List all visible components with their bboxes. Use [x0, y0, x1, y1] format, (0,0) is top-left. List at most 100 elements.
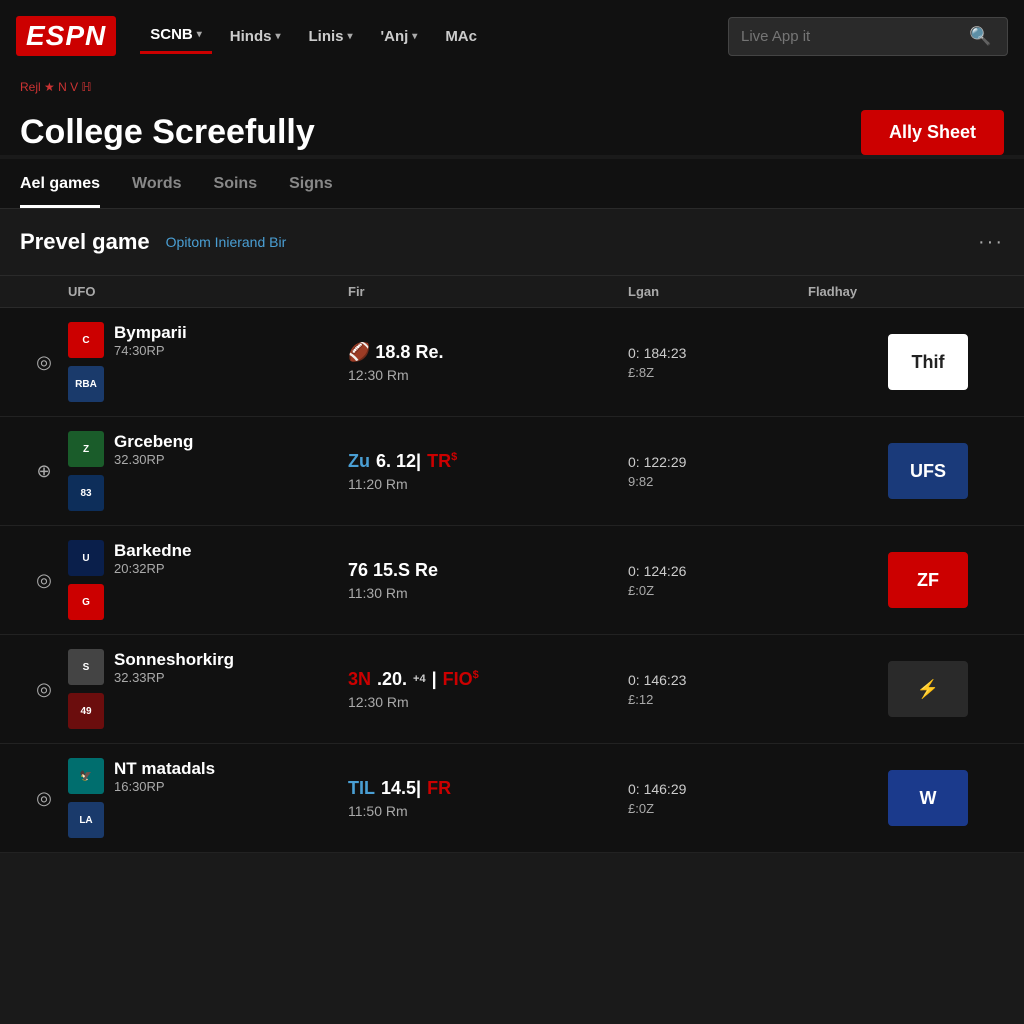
breadcrumb: Rejl ★ N V ℍ	[0, 72, 1024, 102]
row-icon: ◎	[20, 570, 68, 591]
table-header: UFO Fir Lgan Fladhay	[0, 276, 1024, 308]
lgan-col: 0: 184:23 £:8Z	[628, 345, 808, 380]
table-row[interactable]: ⊕ Z Grcebeng 32.30RP 83 Zu 6. 12|TR$ 11:…	[0, 417, 1024, 526]
fladhay-col: Thif	[808, 334, 968, 390]
lgan-top: 0: 184:23	[628, 345, 808, 361]
chevron-down-icon: ▾	[197, 29, 202, 40]
fir-col: 76 15.S Re 11:30 Rm	[348, 560, 628, 601]
team-logo-1: Z	[68, 431, 104, 467]
team-logo-1: U	[68, 540, 104, 576]
page-header: College Screefully Ally Sheet	[0, 102, 1024, 155]
team-name-1: Sonneshorkirg	[114, 650, 234, 670]
th-icon	[20, 284, 68, 299]
lgan-top: 0: 146:23	[628, 672, 808, 688]
lgan-top: 0: 146:29	[628, 781, 808, 797]
fir-time: 11:50 Rm	[348, 803, 628, 819]
row-icon: ◎	[20, 352, 68, 373]
more-options-icon[interactable]: ···	[978, 231, 1004, 254]
tab-ael-games[interactable]: Ael games	[20, 159, 100, 208]
team-entry-2: LA	[68, 802, 348, 838]
nav-items: SCNB ▾ Hinds ▾ Linis ▾ 'Anj ▾ MAc	[140, 18, 704, 54]
lgan-col: 0: 124:26 £:0Z	[628, 563, 808, 598]
fir-time: 11:30 Rm	[348, 585, 628, 601]
team-record-1: 16:30RP	[114, 779, 215, 794]
fir-col: 🏈 18.8 Re. 12:30 Rm	[348, 342, 628, 383]
tabs: Ael games Words Soins Signs	[0, 159, 1024, 209]
team-entry-1: 🦅 NT matadals 16:30RP	[68, 758, 348, 794]
fir-col: 3N.20.+4 |FIO$ 12:30 Rm	[348, 669, 628, 710]
fir-time: 11:20 Rm	[348, 476, 628, 492]
th-fir: Fir	[348, 284, 628, 299]
th-lgan: Lgan	[628, 284, 808, 299]
team-logo-1: 🦅	[68, 758, 104, 794]
fir-col: TIL 14.5|FR 11:50 Rm	[348, 778, 628, 819]
row-icon: ◎	[20, 788, 68, 809]
th-fladhay: Fladhay	[808, 284, 968, 299]
search-bar[interactable]: 🔍	[728, 17, 1008, 56]
tab-signs[interactable]: Signs	[289, 159, 333, 208]
table-row[interactable]: ◎ S Sonneshorkirg 32.33RP 49 3N.20.+4 |F…	[0, 635, 1024, 744]
sponsor-logo: ⚡	[888, 661, 968, 717]
fir-score: 76 15.S Re	[348, 560, 628, 581]
team-entry-1: S Sonneshorkirg 32.33RP	[68, 649, 348, 685]
search-icon[interactable]: 🔍	[969, 26, 991, 47]
fir-time: 12:30 Rm	[348, 694, 628, 710]
search-input[interactable]	[741, 28, 961, 45]
navbar: ESPN SCNB ▾ Hinds ▾ Linis ▾ 'Anj ▾ MAc 🔍	[0, 0, 1024, 72]
team-col: C Bymparii 74:30RP RBA	[68, 322, 348, 402]
team-col: S Sonneshorkirg 32.33RP 49	[68, 649, 348, 729]
tab-soins[interactable]: Soins	[214, 159, 258, 208]
team-entry-2: 83	[68, 475, 348, 511]
team-name-1: Barkedne	[114, 541, 191, 561]
fladhay-col: UFS	[808, 443, 968, 499]
espn-logo[interactable]: ESPN	[16, 16, 116, 56]
team-record-1: 32.30RP	[114, 452, 193, 467]
nav-item-mac[interactable]: MAc	[435, 20, 487, 53]
lgan-bottom: £:8Z	[628, 365, 808, 380]
team-logo-2: RBA	[68, 366, 104, 402]
sponsor-logo: UFS	[888, 443, 968, 499]
chevron-down-icon: ▾	[348, 31, 353, 42]
team-entry-1: U Barkedne 20:32RP	[68, 540, 348, 576]
team-logo-1: C	[68, 322, 104, 358]
section-header: Prevel game Opitom Inierand Bir ···	[0, 209, 1024, 276]
lgan-bottom: £:0Z	[628, 583, 808, 598]
nav-item-anj[interactable]: 'Anj ▾	[371, 20, 428, 53]
team-logo-1: S	[68, 649, 104, 685]
tab-words[interactable]: Words	[132, 159, 181, 208]
row-icon: ◎	[20, 679, 68, 700]
table-row[interactable]: ◎ U Barkedne 20:32RP G 76 15.S Re 11:30 …	[0, 526, 1024, 635]
lgan-top: 0: 124:26	[628, 563, 808, 579]
nav-item-hinds[interactable]: Hinds ▾	[220, 20, 291, 53]
team-col: Z Grcebeng 32.30RP 83	[68, 431, 348, 511]
fir-col: Zu 6. 12|TR$ 11:20 Rm	[348, 451, 628, 492]
fladhay-col: ZF	[808, 552, 968, 608]
ally-sheet-button[interactable]: Ally Sheet	[861, 110, 1004, 155]
nav-item-scnb[interactable]: SCNB ▾	[140, 18, 212, 54]
fladhay-col: W	[808, 770, 968, 826]
page-title: College Screefully	[20, 113, 315, 152]
team-record-1: 20:32RP	[114, 561, 191, 576]
fladhay-col: ⚡	[808, 661, 968, 717]
team-record-1: 74:30RP	[114, 343, 187, 358]
team-logo-2: 83	[68, 475, 104, 511]
games-list: ◎ C Bymparii 74:30RP RBA 🏈 18.8 Re. 12:3…	[0, 308, 1024, 853]
team-entry-2: RBA	[68, 366, 348, 402]
team-logo-2: LA	[68, 802, 104, 838]
fir-score: TIL 14.5|FR	[348, 778, 628, 799]
section-subtitle[interactable]: Opitom Inierand Bir	[166, 234, 287, 250]
fir-score: 3N.20.+4 |FIO$	[348, 669, 628, 690]
team-name-1: Grcebeng	[114, 432, 193, 452]
sponsor-logo: ZF	[888, 552, 968, 608]
fir-score: Zu 6. 12|TR$	[348, 451, 628, 472]
team-col: U Barkedne 20:32RP G	[68, 540, 348, 620]
row-icon: ⊕	[20, 461, 68, 482]
team-logo-2: G	[68, 584, 104, 620]
sponsor-logo: Thif	[888, 334, 968, 390]
lgan-bottom: £:12	[628, 692, 808, 707]
team-entry-1: C Bymparii 74:30RP	[68, 322, 348, 358]
team-entry-1: Z Grcebeng 32.30RP	[68, 431, 348, 467]
table-row[interactable]: ◎ C Bymparii 74:30RP RBA 🏈 18.8 Re. 12:3…	[0, 308, 1024, 417]
nav-item-linis[interactable]: Linis ▾	[299, 20, 363, 53]
table-row[interactable]: ◎ 🦅 NT matadals 16:30RP LA TIL 14.5|FR 1…	[0, 744, 1024, 853]
